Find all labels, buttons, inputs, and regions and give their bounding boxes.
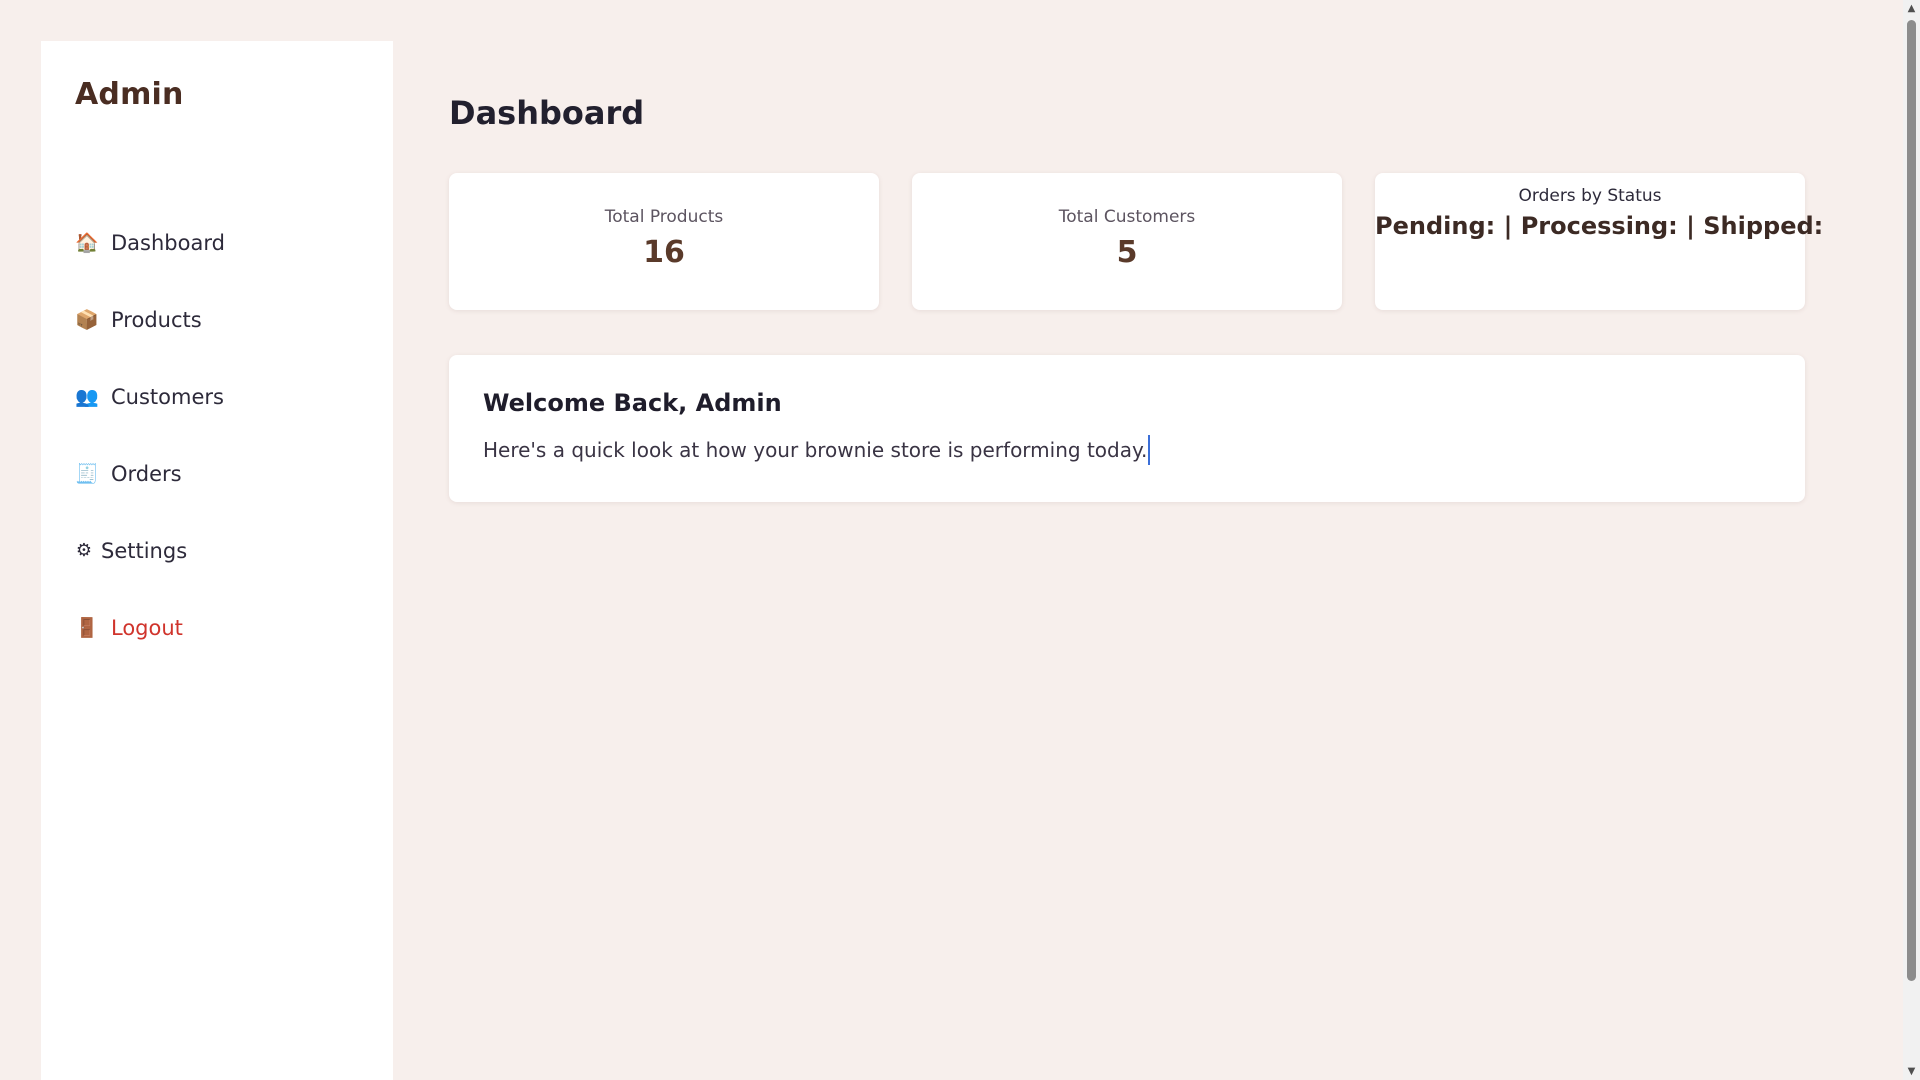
- welcome-text-wrapper: Here's a quick look at how your brownie …: [483, 435, 1151, 465]
- sidebar-item-label: Customers: [111, 384, 224, 409]
- door-icon: 🚪: [75, 616, 99, 639]
- sidebar-item-label: Orders: [111, 461, 182, 486]
- stat-card-total-products: Total Products 16: [449, 173, 879, 310]
- stat-label: Total Customers: [1058, 207, 1196, 227]
- welcome-text: Here's a quick look at how your brownie …: [483, 438, 1148, 462]
- welcome-title: Welcome Back, Admin: [483, 389, 782, 417]
- vertical-scrollbar[interactable]: ▲ ▼: [1903, 0, 1920, 1080]
- receipt-icon: 🧾: [75, 462, 99, 485]
- sidebar-item-logout[interactable]: 🚪 Logout: [75, 589, 225, 666]
- package-icon: 📦: [75, 308, 99, 331]
- sidebar-item-customers[interactable]: 👥 Customers: [75, 358, 225, 435]
- text-cursor: [1148, 435, 1151, 465]
- sidebar-item-label: Logout: [111, 615, 183, 640]
- users-icon: 👥: [75, 385, 99, 408]
- stat-value: 5: [1116, 235, 1138, 270]
- sidebar-nav: 🏠 Dashboard 📦 Products 👥 Customers 🧾 Ord…: [75, 204, 225, 666]
- gear-icon: ⚙: [75, 539, 93, 561]
- stat-card-total-customers: Total Customers 5: [912, 173, 1342, 310]
- sidebar-item-label: Settings: [101, 538, 188, 563]
- sidebar-item-orders[interactable]: 🧾 Orders: [75, 435, 225, 512]
- page-title: Dashboard: [449, 94, 645, 132]
- admin-dashboard-app: Admin 🏠 Dashboard 📦 Products 👥 Customers…: [0, 0, 1920, 1080]
- stat-card-orders-by-status: Orders by Status Pending: | Processing: …: [1375, 173, 1824, 310]
- sidebar-item-dashboard[interactable]: 🏠 Dashboard: [75, 204, 225, 281]
- sidebar-item-settings[interactable]: ⚙ Settings: [75, 512, 225, 589]
- orders-status-summary: Pending: | Processing: | Shipped:: [1375, 212, 1824, 240]
- scroll-up-arrow-icon[interactable]: ▲: [1903, 0, 1920, 17]
- stat-value: 16: [643, 235, 685, 270]
- stat-label: Total Products: [604, 207, 724, 227]
- sidebar-item-label: Dashboard: [111, 230, 225, 255]
- stat-label: Orders by Status: [1518, 186, 1662, 206]
- house-icon: 🏠: [75, 231, 99, 254]
- welcome-card: Welcome Back, Admin Here's a quick look …: [449, 355, 1805, 502]
- sidebar-brand: Admin: [75, 77, 184, 112]
- sidebar-item-label: Products: [111, 307, 202, 332]
- scrollbar-thumb[interactable]: [1907, 20, 1916, 981]
- scroll-down-arrow-icon[interactable]: ▼: [1903, 1063, 1920, 1080]
- sidebar: Admin 🏠 Dashboard 📦 Products 👥 Customers…: [41, 41, 393, 1080]
- sidebar-item-products[interactable]: 📦 Products: [75, 281, 225, 358]
